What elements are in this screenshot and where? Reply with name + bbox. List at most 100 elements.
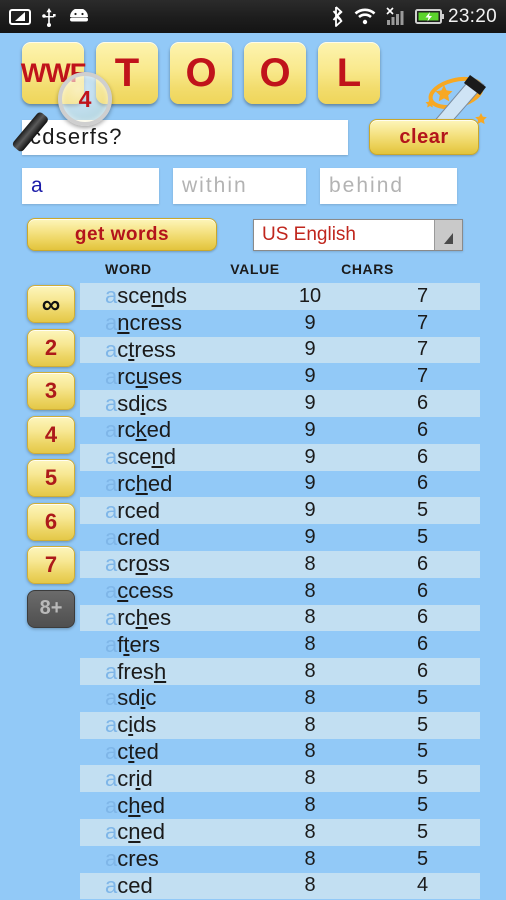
signal-icon <box>386 7 404 25</box>
cell-word: actress <box>80 337 255 363</box>
table-row[interactable]: acrid 8 5 <box>80 765 480 793</box>
cell-value: 9 <box>304 365 316 388</box>
cell-chars: 6 <box>416 552 429 575</box>
cell-chars: 5 <box>416 686 429 709</box>
contains-input[interactable] <box>22 168 159 204</box>
word-prefix: a <box>105 363 118 389</box>
cell-chars: 5 <box>416 794 429 817</box>
cell-chars: 6 <box>416 445 429 468</box>
table-row[interactable]: ached 8 5 <box>80 792 480 819</box>
word-prefix: a <box>105 631 118 657</box>
table-row[interactable]: acres 8 5 <box>80 845 480 873</box>
word-prefix: a <box>105 792 118 818</box>
cell-word: arcked <box>80 417 255 443</box>
bluetooth-icon <box>332 6 343 27</box>
cell-value: 8 <box>304 820 316 843</box>
word-highlight: h <box>153 658 167 684</box>
table-row[interactable]: acted 8 5 <box>80 738 480 766</box>
word-prefix: a <box>105 551 118 577</box>
length-badge-2[interactable]: 2 <box>27 328 75 367</box>
length-badge-5[interactable]: 5 <box>27 459 75 497</box>
length-badge-7[interactable]: 7 <box>27 546 75 584</box>
cell-word: acres <box>80 846 255 872</box>
word-mid: c <box>117 738 129 764</box>
word-highlight: n <box>128 819 141 845</box>
word-mid: sce <box>117 444 152 470</box>
table-row[interactable]: afters 8 6 <box>80 631 480 659</box>
table-row[interactable]: ancress 9 7 <box>80 309 480 337</box>
column-header-chars: CHARS <box>341 261 394 277</box>
word-highlight: h <box>128 792 141 818</box>
length-badge-6[interactable]: 6 <box>27 502 75 541</box>
table-row[interactable]: arcuses 9 7 <box>80 363 480 391</box>
cell-value: 9 <box>304 499 316 522</box>
clear-button[interactable]: clear <box>369 119 479 155</box>
table-row[interactable]: acids 8 5 <box>80 711 480 739</box>
word-mid: c <box>117 336 129 362</box>
logo-tile-l: L <box>318 42 380 104</box>
chevron-down-icon <box>434 219 462 250</box>
word-prefix: a <box>105 310 118 336</box>
table-row[interactable]: ascends 10 7 <box>80 283 480 310</box>
table-row[interactable]: asdics 9 6 <box>80 390 480 417</box>
word-suffix: ses <box>147 363 183 389</box>
table-row[interactable]: aced 8 4 <box>80 872 480 900</box>
cell-chars: 5 <box>416 820 429 843</box>
android-icon <box>70 9 88 22</box>
get-words-button[interactable]: get words <box>27 218 217 251</box>
cell-word: acted <box>80 739 255 765</box>
cell-chars: 5 <box>416 740 429 763</box>
cell-word: ancress <box>80 310 255 336</box>
table-row[interactable]: afresh 8 6 <box>80 658 480 685</box>
word-mid: cred <box>117 524 161 550</box>
word-prefix: a <box>105 524 118 550</box>
usb-icon <box>42 7 56 27</box>
word-prefix: a <box>105 846 118 872</box>
wifi-icon <box>354 8 376 25</box>
table-row[interactable]: acned 8 5 <box>80 818 480 846</box>
word-highlight: u <box>135 363 148 389</box>
table-row[interactable]: ascend 9 6 <box>80 443 480 471</box>
word-suffix: ds <box>133 712 157 738</box>
behind-input[interactable] <box>320 168 457 204</box>
word-mid: sd <box>117 685 141 711</box>
table-row[interactable]: asdic 8 5 <box>80 684 480 712</box>
cell-chars: 6 <box>416 418 429 441</box>
table-row[interactable]: acred 9 5 <box>80 524 480 551</box>
table-row[interactable]: access 8 6 <box>80 577 480 605</box>
cell-chars: 5 <box>416 847 429 870</box>
within-input[interactable] <box>173 168 306 204</box>
length-badge-4[interactable]: 4 <box>27 415 75 454</box>
action-row: get words US English <box>0 204 506 251</box>
table-row[interactable]: actress 9 7 <box>80 336 480 364</box>
cell-value: 8 <box>304 552 316 575</box>
cell-chars: 7 <box>416 284 429 307</box>
word-suffix: ss <box>147 551 170 577</box>
cell-word: arced <box>80 498 255 524</box>
cell-value: 9 <box>304 472 316 495</box>
word-highlight: h <box>135 470 148 496</box>
language-select[interactable]: US English <box>253 218 463 251</box>
table-row[interactable]: arched 9 6 <box>80 470 480 498</box>
table-row[interactable]: arcked 9 6 <box>80 416 480 444</box>
cell-word: acids <box>80 712 255 738</box>
word-suffix: ress <box>134 336 176 362</box>
word-prefix: a <box>105 336 118 362</box>
cell-word: ascends <box>80 283 255 309</box>
word-prefix: a <box>105 417 118 443</box>
status-bar-right-icons <box>332 6 445 27</box>
table-row[interactable]: arced 9 5 <box>80 497 480 525</box>
cell-value: 8 <box>304 686 316 709</box>
word-prefix: a <box>105 578 118 604</box>
table-row[interactable]: arches 8 6 <box>80 604 480 632</box>
search-input[interactable] <box>22 119 348 155</box>
length-badge-any[interactable]: ∞ <box>27 285 75 323</box>
table-row[interactable]: across 8 6 <box>80 550 480 578</box>
length-badge-8plus: 8+ <box>27 589 75 628</box>
cell-word: arcuses <box>80 364 255 390</box>
cell-word: asdics <box>80 391 255 417</box>
language-select-value: US English <box>262 223 356 245</box>
word-highlight: n <box>117 310 130 336</box>
battery-charging-icon <box>414 9 444 24</box>
length-badge-3[interactable]: 3 <box>27 372 75 410</box>
